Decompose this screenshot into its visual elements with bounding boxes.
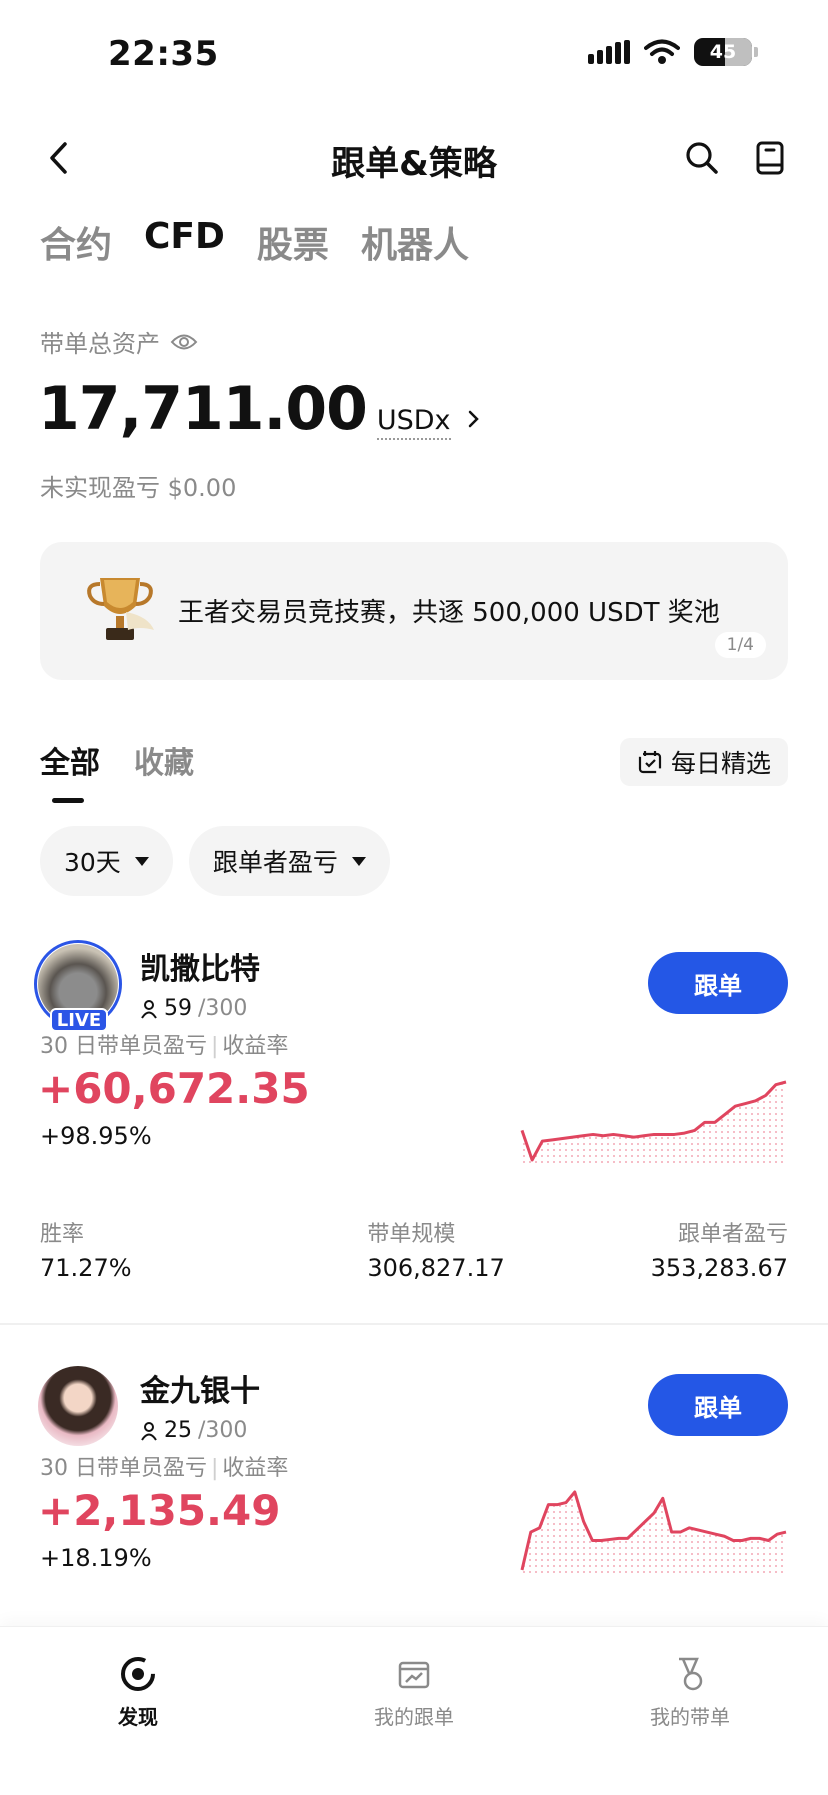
tab-cfd[interactable]: CFD bbox=[144, 216, 225, 268]
scale-stat: 带单规模 306,827.17 bbox=[367, 1222, 505, 1282]
status-bar: 22:35 45 bbox=[0, 0, 828, 110]
trophy-icon bbox=[87, 578, 154, 640]
trader-stats: 胜率 71.27% 带单规模 306,827.17 跟单者盈亏 353,283.… bbox=[40, 1216, 788, 1282]
status-time: 22:35 bbox=[108, 34, 219, 74]
trader-card[interactable]: LIVE 凯撒比特 59/300 跟单 30 日带单员盈亏 | 收益率 +60,67… bbox=[0, 936, 828, 1316]
unrealized-pnl: 未实现盈亏 $0.00 bbox=[40, 474, 237, 502]
category-tabs: 合约 CFD 股票 机器人 bbox=[40, 216, 469, 268]
discover-icon bbox=[121, 1657, 155, 1691]
divider bbox=[0, 1323, 828, 1325]
follower-count: 59/300 bbox=[140, 996, 247, 1021]
nav-bar: 跟单&策略 bbox=[0, 120, 828, 196]
caret-down-icon bbox=[351, 856, 366, 866]
daily-pick-label: 每日精选 bbox=[670, 749, 771, 778]
pnl-value: +2,135.49 bbox=[38, 1486, 281, 1535]
assets-row[interactable]: 17,711.00 USDx bbox=[38, 374, 481, 444]
total-assets-value: 17,711.00 bbox=[38, 374, 368, 444]
cellular-signal-icon bbox=[588, 40, 630, 64]
bottom-nav: 发现 我的跟单 我的带单 bbox=[0, 1626, 828, 1795]
battery-icon: 45 bbox=[694, 38, 752, 66]
caret-down-icon bbox=[134, 856, 149, 866]
pnl-rate: +98.95% bbox=[40, 1122, 152, 1150]
assets-label: 带单总资产 bbox=[40, 330, 160, 358]
follower-pnl-stat: 跟单者盈亏 353,283.67 bbox=[650, 1222, 788, 1282]
daily-pick-button[interactable]: 每日精选 bbox=[620, 738, 788, 786]
follow-button[interactable]: 跟单 bbox=[648, 1374, 788, 1436]
person-icon bbox=[141, 1421, 157, 1441]
pnl-rate: +18.19% bbox=[40, 1544, 152, 1572]
tab-favorites[interactable]: 收藏 bbox=[134, 738, 194, 782]
avatar[interactable] bbox=[38, 1366, 118, 1446]
sort-filter-label: 跟单者盈亏 bbox=[212, 848, 338, 877]
follower-count: 25/300 bbox=[140, 1418, 247, 1443]
tab-stocks[interactable]: 股票 bbox=[257, 216, 329, 268]
banner-text: 王者交易员竞技赛，共逐 500,000 USDT 奖池 bbox=[178, 598, 720, 628]
nav-discover[interactable]: 发现 bbox=[58, 1655, 218, 1730]
nav-my-lead[interactable]: 我的带单 bbox=[610, 1655, 770, 1730]
win-rate-stat: 胜率 71.27% bbox=[40, 1222, 132, 1282]
banner-pager: 1/4 bbox=[714, 632, 766, 658]
assets-unit[interactable]: USDx bbox=[376, 405, 451, 440]
sparkline-area bbox=[522, 1082, 786, 1166]
trader-name[interactable]: 凯撒比特 bbox=[140, 944, 260, 988]
guide-button[interactable] bbox=[748, 136, 792, 180]
book-icon bbox=[756, 141, 784, 175]
assets-label-row: 带单总资产 bbox=[40, 324, 198, 359]
period-filter-label: 30天 bbox=[64, 848, 121, 877]
search-button[interactable] bbox=[680, 136, 724, 180]
wifi-icon bbox=[644, 39, 680, 64]
sort-filter[interactable]: 跟单者盈亏 bbox=[188, 826, 390, 896]
filters: 30天 跟单者盈亏 bbox=[40, 826, 390, 896]
period-filter[interactable]: 30天 bbox=[40, 826, 173, 896]
list-tabs: 全部 收藏 bbox=[40, 738, 194, 803]
eye-icon[interactable] bbox=[170, 332, 198, 352]
status-icons: 45 bbox=[588, 38, 758, 66]
person-icon bbox=[141, 999, 157, 1019]
calendar-check-icon bbox=[638, 751, 662, 774]
pnl-label: 30 日带单员盈亏 | 收益率 bbox=[40, 1456, 289, 1481]
tab-all[interactable]: 全部 bbox=[40, 738, 100, 803]
search-icon bbox=[686, 142, 718, 174]
follow-button[interactable]: 跟单 bbox=[648, 952, 788, 1014]
pnl-value: +60,672.35 bbox=[38, 1064, 310, 1113]
my-copy-icon bbox=[398, 1661, 430, 1689]
trader-card[interactable]: 金九银十 25/300 跟单 30 日带单员盈亏 | 收益率 +2,135.49 +… bbox=[0, 1358, 828, 1628]
pnl-label: 30 日带单员盈亏 | 收益率 bbox=[40, 1034, 289, 1059]
tab-bots[interactable]: 机器人 bbox=[361, 216, 469, 268]
pnl-sparkline bbox=[520, 1080, 787, 1166]
my-lead-icon bbox=[679, 1657, 703, 1691]
trader-name[interactable]: 金九银十 bbox=[140, 1366, 260, 1410]
pnl-sparkline bbox=[520, 1490, 787, 1576]
chevron-right-icon bbox=[468, 410, 479, 428]
promo-banner[interactable]: 王者交易员竞技赛，共逐 500,000 USDT 奖池 1/4 bbox=[40, 542, 788, 680]
nav-my-copy[interactable]: 我的跟单 bbox=[334, 1655, 494, 1730]
tab-futures[interactable]: 合约 bbox=[40, 216, 112, 268]
